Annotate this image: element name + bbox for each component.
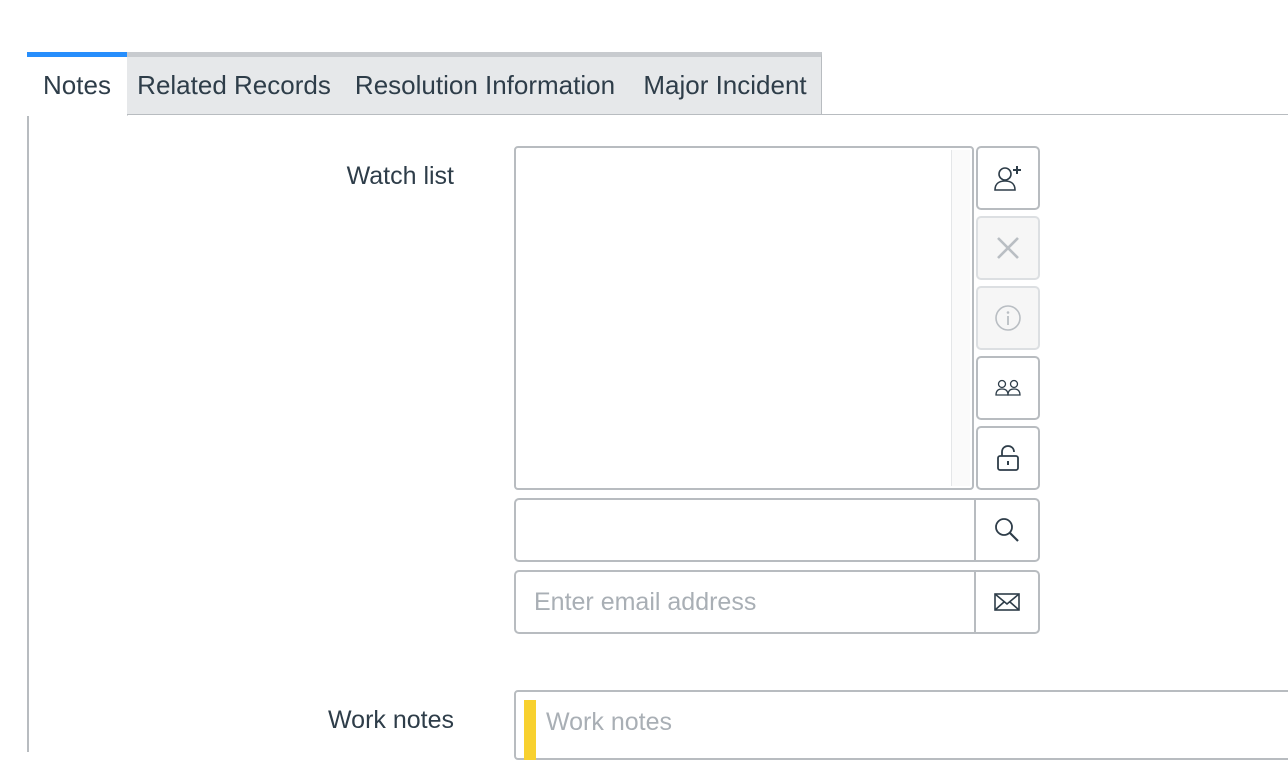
unlock-icon bbox=[997, 445, 1019, 471]
email-input-group bbox=[514, 570, 1040, 634]
tab-related-records[interactable]: Related Records bbox=[127, 52, 342, 115]
add-user-button[interactable] bbox=[976, 146, 1040, 210]
info-button[interactable] bbox=[976, 286, 1040, 350]
close-icon bbox=[997, 237, 1019, 259]
work-notes-flag bbox=[524, 700, 536, 760]
remove-button[interactable] bbox=[976, 216, 1040, 280]
work-notes-box bbox=[514, 690, 1288, 780]
add-email-button[interactable] bbox=[974, 572, 1038, 632]
work-notes-field[interactable] bbox=[540, 696, 1252, 780]
panel-border bbox=[27, 52, 29, 752]
watch-list-search-group bbox=[514, 498, 1040, 562]
work-notes-label: Work notes bbox=[328, 706, 454, 734]
email-field[interactable] bbox=[516, 572, 976, 632]
group-icon bbox=[995, 379, 1021, 396]
unlock-button[interactable] bbox=[976, 426, 1040, 490]
tab-bar: Notes Related Records Resolution Informa… bbox=[27, 52, 822, 116]
add-group-button[interactable] bbox=[976, 356, 1040, 420]
add-user-icon bbox=[994, 166, 1021, 191]
tab-divider bbox=[822, 114, 1288, 115]
tab-notes[interactable]: Notes bbox=[27, 52, 128, 116]
watch-list-search-input[interactable] bbox=[516, 500, 976, 560]
tab-major-incident[interactable]: Major Incident bbox=[629, 52, 822, 115]
search-button[interactable] bbox=[974, 500, 1038, 560]
info-icon bbox=[995, 305, 1021, 331]
watch-list-scrollbar[interactable] bbox=[951, 150, 970, 486]
tab-resolution-information[interactable]: Resolution Information bbox=[341, 52, 630, 115]
envelope-icon bbox=[994, 593, 1020, 611]
search-icon bbox=[995, 518, 1019, 542]
watch-list-label: Watch list bbox=[346, 162, 454, 190]
watch-list-box[interactable] bbox=[514, 146, 974, 490]
